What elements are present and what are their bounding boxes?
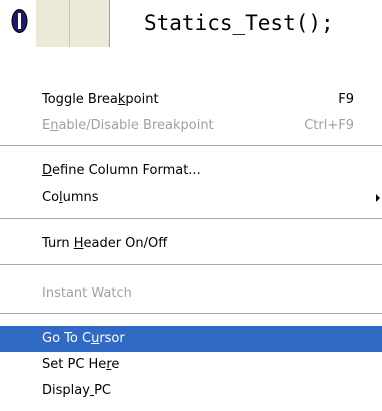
menu-item-label: Enable/Disable Breakpoint xyxy=(42,118,214,133)
menu-item-toggle-breakpoint[interactable]: Toggle Breakpoint F9 xyxy=(0,87,382,113)
menu-separator xyxy=(0,264,382,265)
menu-item-label: Columns xyxy=(42,190,99,205)
menu-item-label: Display PC xyxy=(42,383,111,398)
context-menu: Toggle Breakpoint F9 Enable/Disable Brea… xyxy=(0,78,382,411)
menu-separator xyxy=(0,218,382,219)
menu-item-label: Toggle Breakpoint xyxy=(42,92,159,107)
menu-item-label: Instant Watch xyxy=(42,286,132,301)
menu-separator xyxy=(0,313,382,314)
code-text: Statics_Test(); xyxy=(144,11,334,35)
source-code-line: Statics_Test(); xyxy=(0,0,382,58)
menu-separator xyxy=(0,145,382,146)
menu-item-shortcut: Ctrl+F9 xyxy=(304,118,354,133)
menu-item-enable-disable-breakpoint[interactable]: Enable/Disable Breakpoint Ctrl+F9 xyxy=(0,113,382,139)
menu-item-define-column-format[interactable]: Define Column Format... xyxy=(0,158,382,184)
menu-item-set-pc-here[interactable]: Set PC Here xyxy=(0,352,382,378)
submenu-arrow-icon xyxy=(376,194,380,202)
menu-item-display-pc[interactable]: Display PC xyxy=(0,378,382,404)
menu-item-label: Set PC Here xyxy=(42,357,120,372)
menu-item-label: Go To Cursor xyxy=(42,331,125,346)
menu-item-columns[interactable]: Columns xyxy=(0,185,382,211)
menu-item-turn-header-on-off[interactable]: Turn Header On/Off xyxy=(0,231,382,257)
breakpoint-icon[interactable] xyxy=(11,8,28,34)
menu-item-label: Define Column Format... xyxy=(42,163,201,178)
menu-item-shortcut: F9 xyxy=(338,92,354,107)
menu-item-instant-watch[interactable]: Instant Watch xyxy=(0,281,382,307)
menu-item-go-to-cursor[interactable]: Go To Cursor xyxy=(0,326,382,352)
menu-item-label: Turn Header On/Off xyxy=(42,236,168,251)
gutter-divider xyxy=(69,0,70,47)
code-gutter xyxy=(36,0,110,47)
